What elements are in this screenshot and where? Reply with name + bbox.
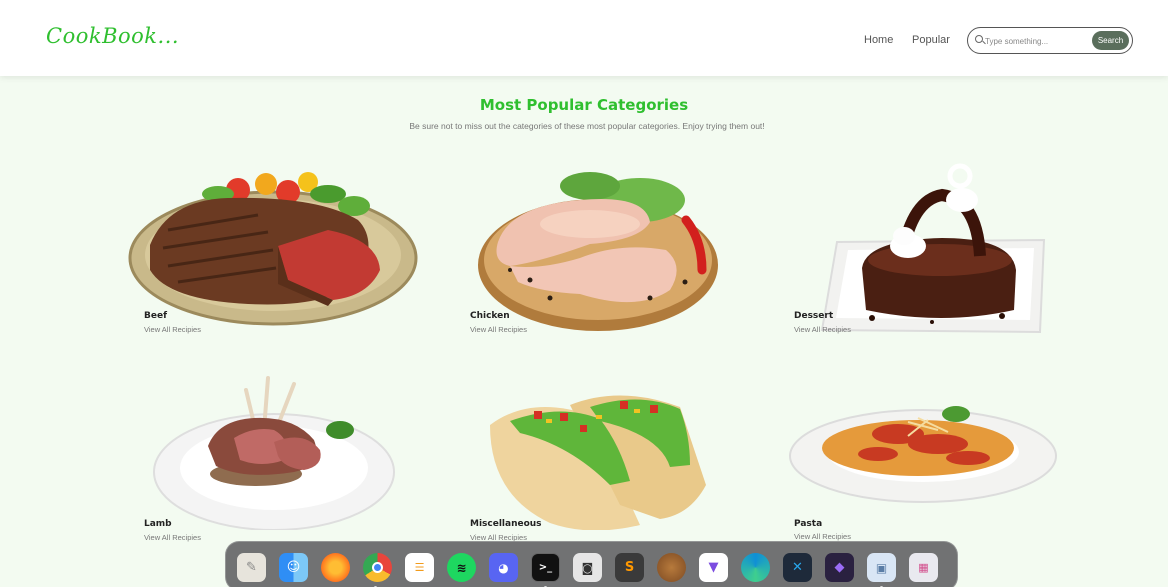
category-name-beef: Beef bbox=[144, 311, 167, 321]
chrome-icon[interactable] bbox=[363, 553, 392, 582]
category-card-pasta[interactable]: Pasta View All Recipies bbox=[788, 400, 1058, 545]
obsidian-icon[interactable]: ◆ bbox=[825, 553, 854, 582]
nav-home-link[interactable]: Home bbox=[864, 34, 893, 46]
section-title: Most Popular Categories bbox=[479, 96, 689, 114]
terminal-icon[interactable]: >_ bbox=[531, 553, 560, 582]
reminders-icon[interactable]: ☰ bbox=[405, 553, 434, 582]
nav-popular-link[interactable]: Popular bbox=[912, 34, 950, 46]
discord-icon[interactable]: ◕ bbox=[489, 553, 518, 582]
search-form: Search bbox=[967, 27, 1133, 54]
category-name-chicken: Chicken bbox=[470, 311, 510, 321]
category-card-chicken[interactable]: Chicken View All Recipies bbox=[470, 170, 730, 340]
miscellaneous-image[interactable] bbox=[470, 385, 720, 530]
firefox-icon[interactable] bbox=[321, 553, 350, 582]
sublime-icon[interactable]: S bbox=[615, 553, 644, 582]
site-header: CookBook... Home Popular Search bbox=[0, 0, 1168, 76]
category-name-pasta: Pasta bbox=[794, 519, 823, 529]
search-button[interactable]: Search bbox=[1092, 31, 1129, 50]
category-card-miscellaneous[interactable]: Miscellaneous View All Recipies bbox=[470, 385, 720, 545]
view-all-recipes-link-pasta[interactable]: View All Recipies bbox=[794, 532, 851, 541]
search-input[interactable] bbox=[985, 33, 1090, 49]
launchpad-icon[interactable]: ▦ bbox=[909, 553, 938, 582]
view-all-recipes-link-beef[interactable]: View All Recipies bbox=[144, 325, 201, 334]
edge-icon[interactable] bbox=[741, 553, 770, 582]
screenshot-icon[interactable]: ◙ bbox=[573, 553, 602, 582]
section-subtitle: Be sure not to miss out the categories o… bbox=[409, 121, 765, 131]
lamb-image[interactable] bbox=[144, 370, 404, 530]
macos-dock: ✎ ☺ ☰ ≋ ◕ >_ ◙ S ▼ ✕ ◆ ▣ ▦ bbox=[225, 541, 958, 587]
tor-icon[interactable] bbox=[657, 553, 686, 582]
pasta-image[interactable] bbox=[788, 400, 1058, 515]
category-name-lamb: Lamb bbox=[144, 519, 172, 529]
preview-icon[interactable]: ▣ bbox=[867, 553, 896, 582]
vscode-icon[interactable]: ✕ bbox=[783, 553, 812, 582]
view-all-recipes-link-chicken[interactable]: View All Recipies bbox=[470, 325, 527, 334]
category-name-dessert: Dessert bbox=[794, 311, 834, 321]
site-logo[interactable]: CookBook... bbox=[46, 24, 179, 48]
notes-icon[interactable]: ✎ bbox=[237, 553, 266, 582]
vpn-icon[interactable]: ▼ bbox=[699, 553, 728, 582]
finder-icon[interactable]: ☺ bbox=[279, 553, 308, 582]
category-card-lamb[interactable]: Lamb View All Recipies bbox=[144, 370, 404, 545]
category-card-beef[interactable]: Beef View All Recipies bbox=[128, 160, 428, 340]
category-name-miscellaneous: Miscellaneous bbox=[470, 519, 542, 529]
search-icon bbox=[975, 35, 983, 43]
spotify-icon[interactable]: ≋ bbox=[447, 553, 476, 582]
view-all-recipes-link-dessert[interactable]: View All Recipies bbox=[794, 325, 851, 334]
beef-image[interactable] bbox=[128, 160, 428, 330]
category-card-dessert[interactable]: Dessert View All Recipies bbox=[792, 160, 1062, 340]
view-all-recipes-link-lamb[interactable]: View All Recipies bbox=[144, 533, 201, 542]
